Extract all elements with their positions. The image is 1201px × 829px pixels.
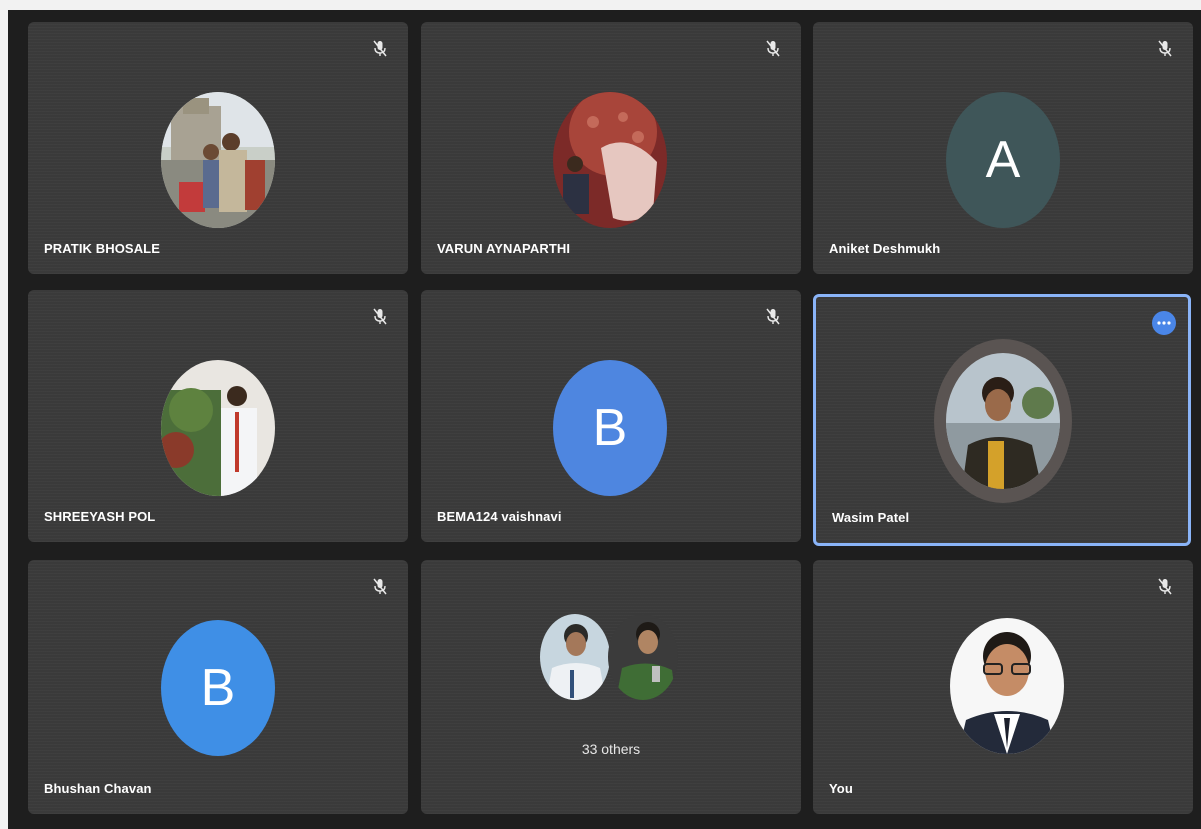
participant-initial-avatar: B xyxy=(161,620,275,756)
participant-name: VARUN AYNAPARTHI xyxy=(437,241,571,256)
others-count-label: 33 others xyxy=(581,741,641,757)
participant-tile-wasim-active-speaker[interactable]: Wasim Patel xyxy=(813,294,1191,546)
mic-off-icon xyxy=(373,40,387,57)
others-avatar-2 xyxy=(608,614,678,700)
participant-name: PRATIK BHOSALE xyxy=(44,241,160,256)
participant-photo xyxy=(946,353,1060,489)
participant-photo xyxy=(161,92,275,228)
participant-photo xyxy=(161,360,275,496)
participant-tile-aniket[interactable]: A Aniket Deshmukh xyxy=(813,22,1193,274)
participant-name: BEMA124 vaishnavi xyxy=(437,509,562,524)
others-tile[interactable]: 33 others xyxy=(421,560,801,814)
more-options-icon[interactable] xyxy=(1152,311,1176,335)
others-avatar-1 xyxy=(540,614,610,700)
mic-off-icon xyxy=(1158,40,1172,57)
participant-name: SHREEYASH POL xyxy=(44,509,156,524)
participant-tile-you[interactable]: You xyxy=(813,560,1193,814)
participant-name: You xyxy=(829,781,853,796)
participant-photo xyxy=(553,92,667,228)
mic-off-icon xyxy=(766,308,780,325)
participant-tile-pratik[interactable]: PRATIK BHOSALE xyxy=(28,22,408,274)
mic-off-icon xyxy=(373,578,387,595)
participant-tile-bema124[interactable]: B BEMA124 vaishnavi xyxy=(421,290,801,542)
participant-initial-avatar: A xyxy=(946,92,1060,228)
participant-name: Aniket Deshmukh xyxy=(829,241,941,256)
participant-tile-varun[interactable]: VARUN AYNAPARTHI xyxy=(421,22,801,274)
mic-off-icon xyxy=(766,40,780,57)
participant-name: Bhushan Chavan xyxy=(44,781,152,796)
mic-off-icon xyxy=(1158,578,1172,595)
participant-tile-bhushan[interactable]: B Bhushan Chavan xyxy=(28,560,408,814)
participant-tile-shreeyash[interactable]: SHREEYASH POL xyxy=(28,290,408,542)
participant-initial-avatar: B xyxy=(553,360,667,496)
video-grid: PRATIK BHOSALE VARUN AYNAPARTHI A Aniket… xyxy=(8,10,1201,829)
participant-name: Wasim Patel xyxy=(832,510,910,525)
participant-photo xyxy=(950,618,1064,754)
mic-off-icon xyxy=(373,308,387,325)
